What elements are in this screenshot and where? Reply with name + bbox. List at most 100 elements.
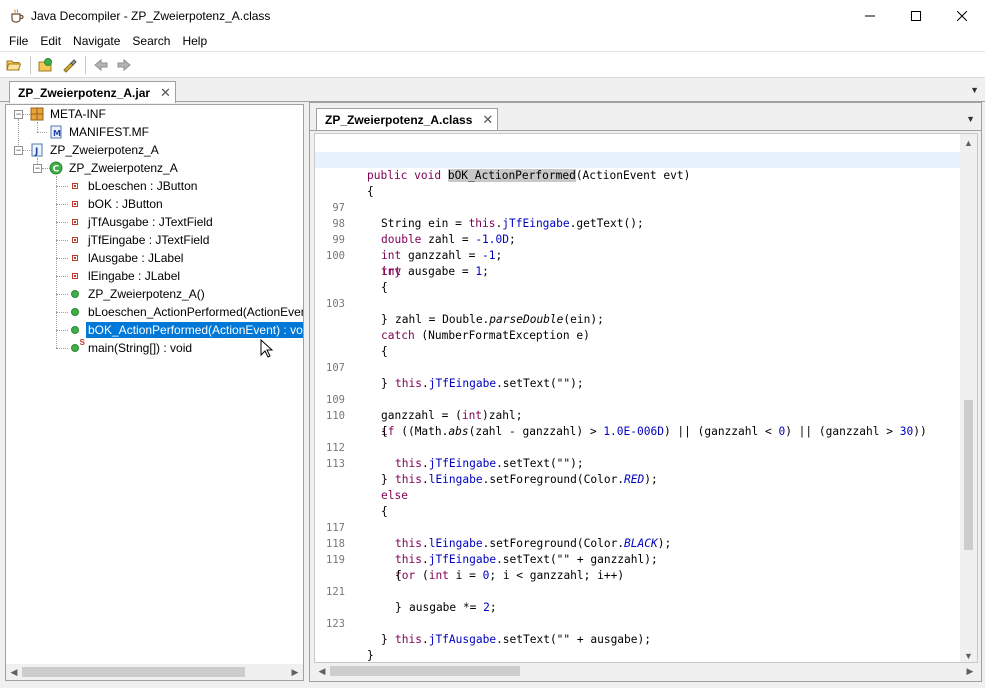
code-line[interactable]: 97 String ein = this.jTfEingabe.getText(… (315, 184, 961, 230)
tree-node-label: ZP_Zweierpotenz_A (69, 161, 178, 175)
tree-node-meta-inf[interactable]: META-INF (29, 105, 108, 123)
code-line[interactable]: 98 double zahl = -1.0D; (315, 200, 961, 246)
scroll-up-icon[interactable]: ▲ (960, 134, 977, 151)
maximize-button[interactable] (893, 0, 939, 31)
scroll-right-icon[interactable]: ▶ (962, 663, 978, 679)
tree-node-method-selected[interactable]: bOK_ActionPerformed(ActionEvent) : void (67, 321, 303, 339)
mouse-pointer-icon (260, 339, 274, 358)
code-line[interactable]: 113 this.lEingabe.setForeground(Color.RE… (315, 440, 961, 486)
forward-button[interactable] (113, 54, 134, 75)
editor-horizontal-scrollbar[interactable]: ◀ ▶ (314, 663, 978, 679)
svg-text:M: M (53, 129, 61, 138)
tab-jar[interactable]: ZP_Zweierpotenz_A.jar ✕ (9, 81, 176, 103)
tree-node-method[interactable]: bLoeschen_ActionPerformed(ActionEvent) :… (67, 303, 303, 321)
class-tab-bar: ZP_Zweierpotenz_A.class ✕ ▼ (310, 103, 981, 131)
code-line[interactable]: 121 ausgabe *= 2; (315, 568, 961, 614)
tree-node-label: MANIFEST.MF (69, 125, 149, 139)
code-line[interactable]: { (315, 328, 961, 358)
code-line[interactable]: { (315, 552, 961, 582)
code-line[interactable]: 100 int ausgabe = 1; (315, 232, 961, 278)
code-line[interactable]: { (315, 168, 961, 198)
find-button[interactable] (58, 54, 79, 75)
scrollbar-thumb[interactable] (964, 400, 973, 550)
code-line[interactable]: } (315, 632, 961, 662)
code-editor[interactable]: public void bOK_ActionPerformed(ActionEv… (314, 133, 978, 663)
code-line[interactable]: 118 this.jTfEingabe.setText("" + ganzzah… (315, 520, 961, 566)
tree-expander[interactable]: − (33, 164, 42, 173)
code-line[interactable]: 117 this.lEingabe.setForeground(Color.BL… (315, 504, 961, 550)
static-marker: S (79, 338, 85, 347)
window-controls (847, 0, 985, 31)
tree-connector (56, 176, 57, 348)
code-line[interactable]: } (315, 648, 961, 662)
code-line[interactable]: 119 for (int i = 0; i < ganzzahl; i++) (315, 536, 961, 582)
java-file-icon: J (29, 142, 45, 158)
scroll-right-icon[interactable]: ▶ (287, 664, 303, 680)
svg-text:J: J (34, 147, 38, 157)
tab-list-icon[interactable]: ▼ (970, 85, 979, 95)
tree-node-field[interactable]: bOK : JButton (67, 195, 165, 213)
editor-vertical-scrollbar[interactable]: ▲ ▼ (960, 134, 977, 662)
code-line[interactable]: { (315, 264, 961, 294)
menu-file[interactable]: File (3, 31, 34, 51)
code-line[interactable]: 112 this.jTfEingabe.setText(""); (315, 424, 961, 470)
code-line[interactable]: } (315, 584, 961, 614)
tree-node-class[interactable]: C ZP_Zweierpotenz_A (48, 159, 180, 177)
code-line[interactable]: 110 if ((Math.abs(zahl - ganzzahl) > 1.0… (315, 392, 961, 438)
tree-horizontal-scrollbar[interactable]: ◀ ▶ (6, 664, 303, 680)
tree-node-field[interactable]: jTfEingabe : JTextField (67, 231, 211, 249)
close-icon[interactable]: ✕ (482, 112, 493, 128)
code-line[interactable]: 99 int ganzzahl = -1; (315, 216, 961, 262)
tree-node-field[interactable]: bLoeschen : JButton (67, 177, 199, 195)
open-type-button[interactable] (35, 54, 56, 75)
code-line[interactable]: 107 this.jTfEingabe.setText(""); (315, 344, 961, 390)
menu-navigate[interactable]: Navigate (67, 31, 126, 51)
code-line[interactable]: } (315, 616, 961, 646)
code-line-signature[interactable]: public void bOK_ActionPerformed(ActionEv… (315, 152, 961, 182)
code-line[interactable]: } (315, 360, 961, 390)
tab-list-icon[interactable]: ▼ (966, 114, 975, 124)
scrollbar-thumb[interactable] (22, 667, 245, 677)
tree-expander[interactable]: − (14, 146, 23, 155)
scroll-left-icon[interactable]: ◀ (314, 663, 330, 679)
tree-node-field[interactable]: lEingabe : JLabel (67, 267, 182, 285)
private-field-icon (72, 201, 78, 207)
public-method-icon (71, 308, 79, 316)
code-line[interactable]: try (315, 248, 961, 278)
code-line[interactable]: else (315, 472, 961, 502)
tree-node-method[interactable]: ZP_Zweierpotenz_A() (67, 285, 207, 303)
code-line[interactable]: 103 zahl = Double.parseDouble(ein); (315, 280, 961, 326)
back-button[interactable] (90, 54, 111, 75)
close-button[interactable] (939, 0, 985, 31)
menu-search[interactable]: Search (126, 31, 176, 51)
scroll-left-icon[interactable]: ◀ (6, 664, 22, 680)
code-line[interactable]: catch (NumberFormatException e) (315, 312, 961, 342)
tree-node-package[interactable]: J ZP_Zweierpotenz_A (29, 141, 161, 159)
code-line[interactable]: 109 ganzzahl = (int)zahl; (315, 376, 961, 422)
tree-node-method[interactable]: S main(String[]) : void (67, 338, 194, 357)
menu-bar: File Edit Navigate Search Help (0, 31, 985, 51)
tab-class[interactable]: ZP_Zweierpotenz_A.class ✕ (316, 108, 498, 130)
tree-node-field[interactable]: jTfAusgabe : JTextField (67, 213, 215, 231)
static-method-icon (71, 344, 79, 352)
menu-help[interactable]: Help (176, 31, 213, 51)
tree-node-label: bLoeschen : JButton (88, 179, 198, 193)
code-line[interactable]: } (315, 296, 961, 326)
jar-tab-bar: ZP_Zweierpotenz_A.jar ✕ ▼ (0, 78, 985, 103)
code-line[interactable]: } (315, 456, 961, 486)
close-icon[interactable]: ✕ (160, 85, 171, 101)
tree-node-field[interactable]: lAusgabe : JLabel (67, 249, 185, 267)
scrollbar-thumb[interactable] (330, 666, 520, 676)
code-line[interactable]: 123 this.jTfAusgabe.setText("" + ausgabe… (315, 600, 961, 646)
close-icon (957, 10, 967, 21)
scroll-down-icon[interactable]: ▼ (960, 647, 977, 662)
tree-node-label: lAusgabe : JLabel (88, 251, 184, 265)
menu-edit[interactable]: Edit (34, 31, 67, 51)
code-line[interactable]: { (315, 408, 961, 438)
code-line[interactable]: { (315, 488, 961, 518)
tree-expander[interactable]: − (14, 110, 23, 119)
minimize-button[interactable] (847, 0, 893, 31)
open-file-button[interactable] (3, 54, 24, 75)
tree-node-manifest[interactable]: M MANIFEST.MF (48, 123, 151, 141)
forward-icon (117, 58, 131, 71)
